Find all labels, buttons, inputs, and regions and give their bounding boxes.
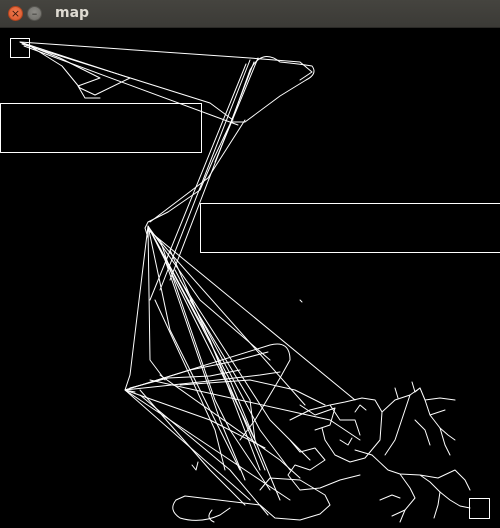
window-titlebar[interactable]: × – map: [0, 0, 500, 28]
map-drawing: [0, 38, 500, 523]
window-title: map: [55, 5, 90, 21]
obstacle-left: [0, 103, 202, 153]
path-tree: [19, 41, 471, 523]
map-canvas[interactable]: [0, 28, 500, 528]
close-button[interactable]: ×: [8, 6, 23, 21]
minimize-icon: –: [31, 7, 38, 20]
minimize-button[interactable]: –: [27, 6, 42, 21]
goal-marker: [469, 498, 490, 519]
close-icon: ×: [10, 7, 21, 20]
map-window: × – map: [0, 0, 500, 528]
obstacle-right: [200, 203, 500, 253]
start-marker: [10, 38, 30, 58]
